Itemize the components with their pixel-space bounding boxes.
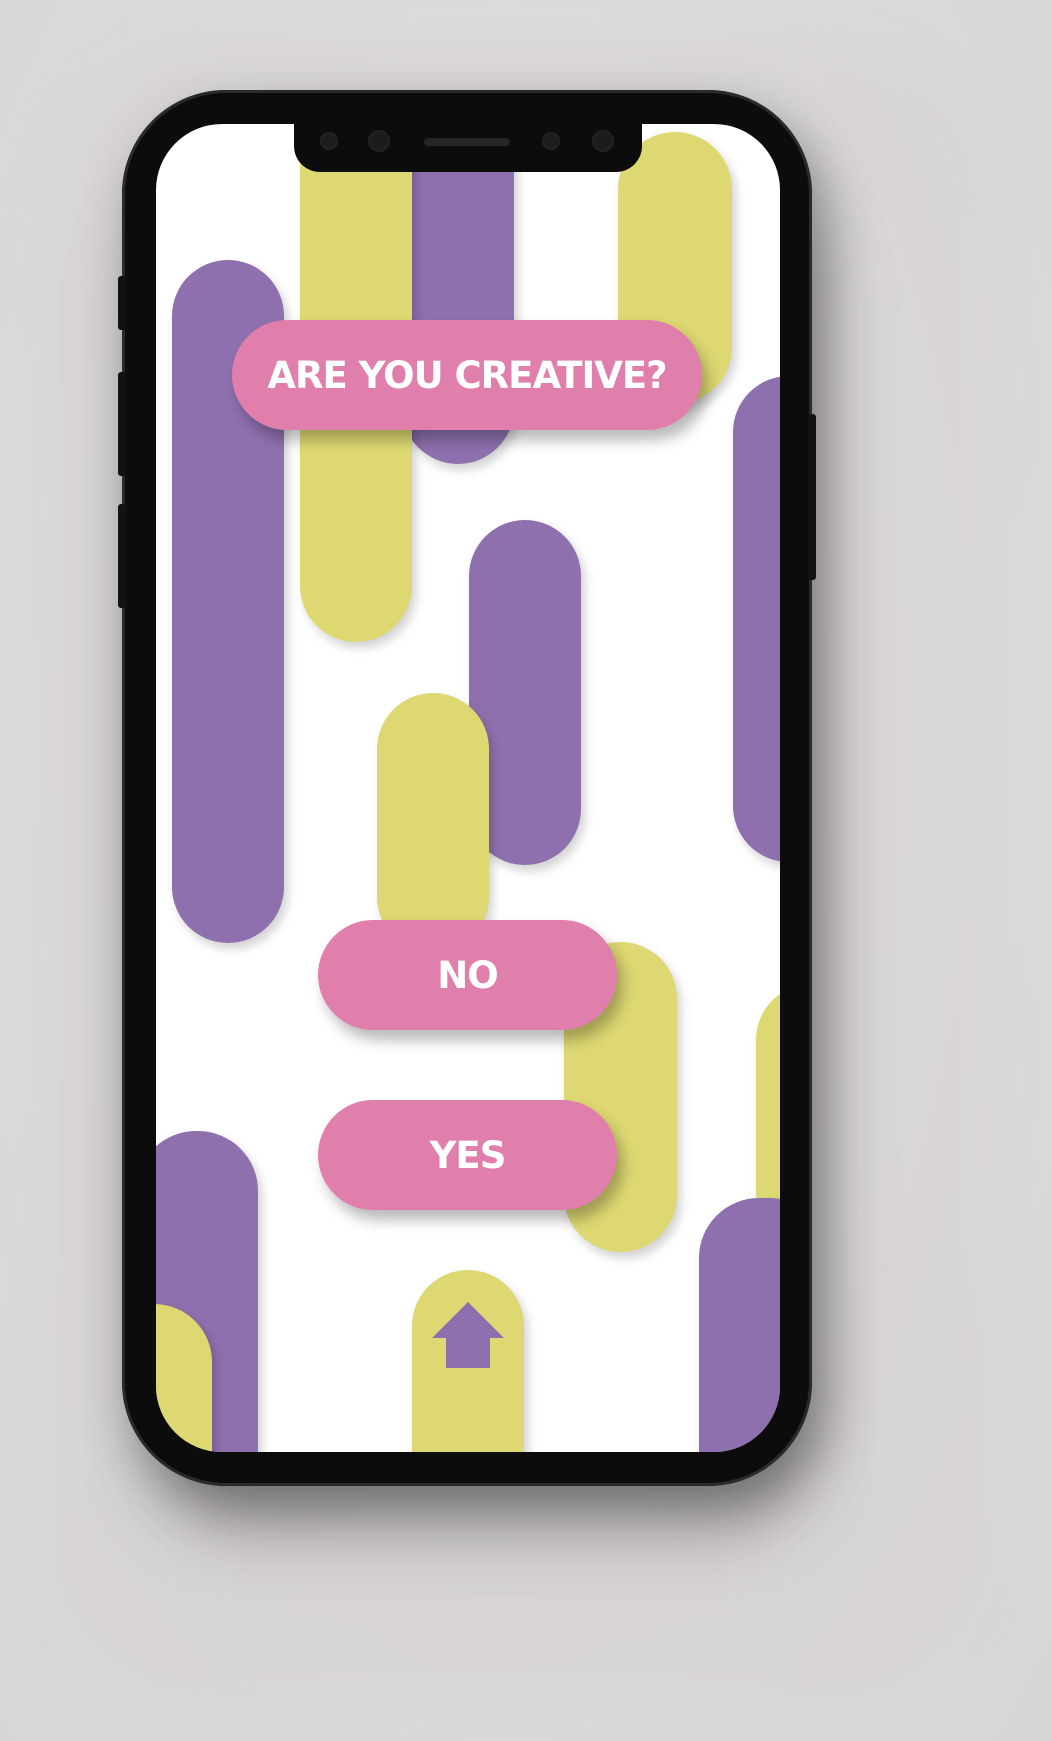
decor-pill-purple (733, 376, 780, 862)
decor-pill-purple (699, 1198, 780, 1452)
mockup-stage: ARE YOU CREATIVE? NO YES (0, 0, 1052, 1741)
question-text: ARE YOU CREATIVE? (267, 353, 667, 397)
question-banner: ARE YOU CREATIVE? (232, 320, 702, 430)
sensor-icon (322, 134, 336, 148)
earpiece-grille (424, 138, 510, 146)
volume-down-button (118, 504, 126, 608)
camera-notch (294, 124, 642, 172)
power-button (808, 414, 816, 580)
yes-button-label: YES (429, 1133, 507, 1177)
no-button-label: NO (437, 953, 498, 997)
home-up-arrow-icon[interactable] (432, 1302, 504, 1370)
yes-button[interactable]: YES (318, 1100, 617, 1210)
app-screen: ARE YOU CREATIVE? NO YES (156, 124, 780, 1452)
face-id-camera-icon (594, 132, 612, 150)
mute-switch (118, 276, 126, 330)
decor-pill-yellow (377, 693, 489, 953)
no-button[interactable]: NO (318, 920, 617, 1030)
volume-up-button (118, 372, 126, 476)
proximity-sensor-icon (544, 134, 558, 148)
front-camera-icon (370, 132, 388, 150)
